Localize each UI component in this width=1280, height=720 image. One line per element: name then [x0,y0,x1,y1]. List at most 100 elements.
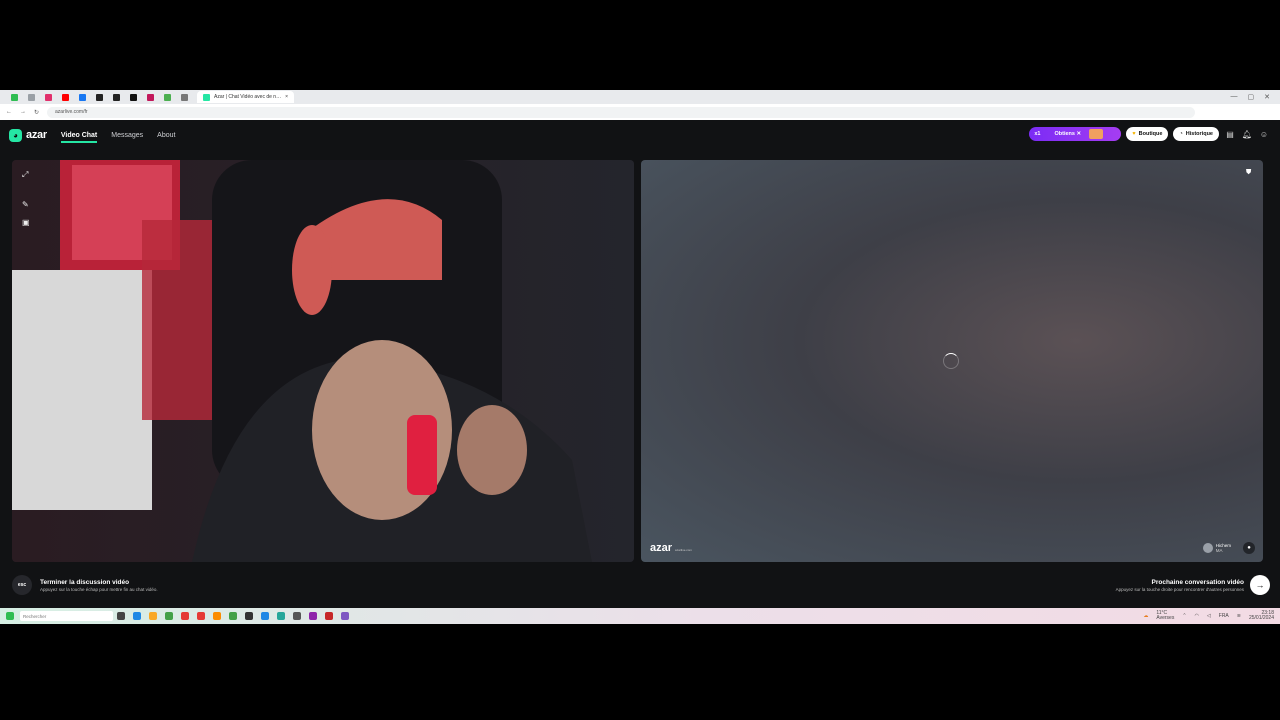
clock[interactable]: 23:18 25/01/2024 [1249,611,1274,621]
inbox-icon[interactable]: ▤ [1224,128,1236,140]
app-icon[interactable] [197,612,205,620]
watermark-logo: azar [650,542,673,554]
weather-icon[interactable]: ☁ [1143,613,1148,619]
nav-video-chat[interactable]: Video Chat [60,132,98,143]
tab-close-icon[interactable]: × [285,94,288,100]
close-window-icon[interactable]: ✕ [1264,93,1270,101]
taskbar-search-placeholder: Rechercher [23,613,47,619]
url-text: azarlive.com/fr [55,109,88,115]
azar-app: ◕ azar Video Chat Messages About x1 Obti… [0,120,1280,608]
azar-logo[interactable]: ◕ azar [9,128,47,142]
promo-label: Obtiens ✕ [1054,131,1082,137]
maximize-icon[interactable]: ▢ [1248,93,1255,101]
gem-icon: ♥ [1132,131,1136,137]
folder-icon[interactable] [149,612,157,620]
azar-tab-icon [203,93,210,101]
history-label: Historique [1185,131,1213,137]
chat-bubble-icon[interactable]: ● [1243,542,1255,554]
reload-icon[interactable]: ↻ [34,109,39,116]
promo-button[interactable]: x1 Obtiens ✕ [1029,127,1122,141]
app-icon[interactable] [133,612,141,620]
nav-messages[interactable]: Messages [111,132,143,139]
back-icon[interactable]: ← [6,109,12,115]
nav-about[interactable]: About [157,132,175,139]
tab-favicon-icon[interactable] [181,93,188,101]
watermark-sub: azarlive.com [675,548,692,552]
start-icon[interactable] [6,612,14,620]
next-chat-sub: Appuyez sur la touche droite pour rencon… [1115,586,1244,592]
effects-wand-icon[interactable]: ✎ [22,200,32,210]
shop-label: Boutique [1138,131,1163,137]
minimize-icon[interactable]: — [1231,93,1238,101]
top-navbar: ◕ azar Video Chat Messages About x1 Obti… [0,120,1280,150]
wifi-icon[interactable]: ≋ [1237,613,1241,619]
bell-icon[interactable]: 🔔︎ [1241,128,1253,140]
partner-chip[interactable]: Hichem MA [1202,543,1231,553]
task-view-icon[interactable] [117,612,125,620]
self-camera-feed [12,160,634,562]
tab-favicon-icon[interactable] [164,93,171,101]
app-icon[interactable] [341,612,349,620]
forward-icon[interactable]: → [20,109,26,115]
app-icon[interactable] [277,612,285,620]
taskbar-search[interactable]: Rechercher [20,611,113,621]
remote-watermark: azar azarlive.com [650,542,692,554]
app-icon[interactable] [229,612,237,620]
clock-icon: ◔ [1179,131,1183,137]
next-chat-hint: Prochaine conversation vidéo Appuyez sur… [1116,575,1270,595]
system-tray: ☁ 11°C Averses ⌃ ◠ ◁ FRA ≋ 23:18 25/01/2… [1143,611,1274,621]
tab-favicon-icon[interactable] [45,93,52,101]
promo-badge: x1 [1034,131,1041,137]
tab-favicon-icon[interactable] [147,93,154,101]
opera-icon[interactable] [181,612,189,620]
esc-key-button[interactable]: esc [12,575,32,595]
loading-spinner-icon [943,353,959,369]
app-icon[interactable] [309,612,317,620]
partner-country: MA [1215,548,1223,553]
url-input[interactable]: azarlive.com/fr [47,106,1196,118]
tab-favicon-icon[interactable] [28,93,35,101]
end-chat-title: Terminer la discussion vidéo [40,578,130,586]
profile-icon[interactable]: ☺ [1258,128,1270,140]
active-tab[interactable]: Azar | Chat Vidéo avec de n… × [197,91,294,103]
navbar-actions: x1 Obtiens ✕ ♥ Boutique ◔ Historique ▤ 🔔… [1029,127,1270,141]
tab-favicon-icon[interactable] [130,93,137,101]
app-icon[interactable] [261,612,269,620]
tab-favicon-icon[interactable] [96,93,103,101]
tab-favicon-icon[interactable] [11,93,18,101]
tab-favicon-icon[interactable] [113,93,120,101]
self-video-panel: ⤢ ✎ ▣ [12,160,634,562]
partner-avatar [1202,543,1213,553]
filter-icon[interactable]: ▣ [22,218,32,228]
tab-favicon-icon[interactable] [62,93,69,101]
browser-tab-strip: Azar | Chat Vidéo avec de n… × — ▢ ✕ [0,90,1280,104]
network-icon[interactable]: ◠ [1195,613,1199,619]
end-chat-hint: esc Terminer la discussion vidéo Appuyez… [12,575,158,595]
history-button[interactable]: ◔ Historique [1173,127,1219,141]
weather-desc: Averses [1156,615,1175,621]
tab-favicon-icon[interactable] [79,93,86,101]
logo-text: azar [26,129,47,141]
window-controls: — ▢ ✕ [1231,93,1280,101]
volume-icon[interactable]: ◁ [1207,613,1211,619]
azar-logo-icon: ◕ [9,128,22,142]
steam-icon[interactable] [293,612,301,620]
chrome-icon[interactable] [213,612,221,620]
app-icon[interactable] [165,612,173,620]
end-chat-sub: Appuyez sur la touche échap pour mettre … [40,586,158,592]
gift-icon [1089,129,1104,139]
os-taskbar: Rechercher ☁ 11°C Averses ⌃ ◠ ◁ FRA ≋ 23… [0,608,1280,624]
app-icon[interactable] [325,612,333,620]
remote-video-panel: ⛊ azar azarlive.com Hichem MA ● [641,160,1263,562]
active-tab-title: Azar | Chat Vidéo avec de n… [214,94,282,100]
app-icon[interactable] [245,612,253,620]
next-arrow-button[interactable]: → [1250,575,1270,595]
language-indicator[interactable]: FRA [1219,613,1229,619]
chevron-up-icon[interactable]: ⌃ [1182,613,1186,619]
report-shield-icon[interactable]: ⛊ [1246,169,1254,178]
shop-button[interactable]: ♥ Boutique [1126,127,1169,141]
clock-date: 25/01/2024 [1248,615,1274,621]
address-bar: ← → ↻ azarlive.com/fr [0,104,1280,120]
next-chat-title: Prochaine conversation vidéo [1151,578,1244,586]
expand-icon[interactable]: ⤢ [22,170,32,180]
